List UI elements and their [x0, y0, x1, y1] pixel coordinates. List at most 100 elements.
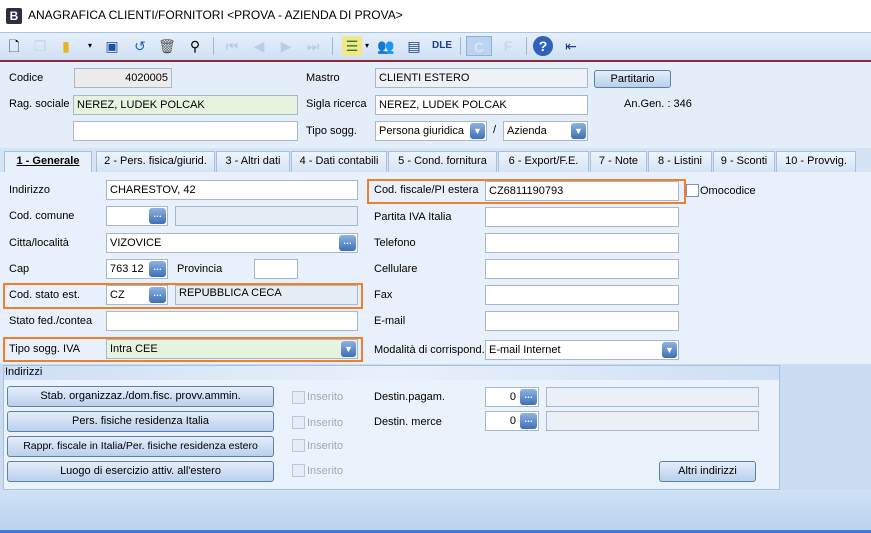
rag-sociale-label: Rag. sociale [9, 98, 70, 110]
lookup-icon[interactable]: … [520, 389, 537, 405]
altri-indirizzi-button[interactable]: Altri indirizzi [659, 461, 756, 482]
toolbar-separator [332, 37, 333, 55]
contact-card-icon[interactable]: ▤ [404, 36, 424, 56]
indirizzo-field[interactable]: CHARESTOV, 42 [106, 180, 358, 200]
tab-sconti[interactable]: 9 - Sconti [713, 151, 775, 172]
stab-organizzaz-button[interactable]: Stab. organizzaz./dom.fisc. provv.ammin. [7, 386, 274, 407]
list-dropdown-icon[interactable]: ▾ [362, 36, 372, 56]
delete-icon[interactable]: 🗑 [157, 36, 177, 56]
luogo-esercizio-button[interactable]: Luogo di esercizio attiv. all'estero [7, 461, 274, 482]
tab-dati-contabili[interactable]: 4 - Dati contabili [291, 151, 387, 172]
exit-icon[interactable]: ⇤ [561, 36, 581, 56]
lookup-icon[interactable]: … [149, 261, 166, 277]
copy-icon[interactable]: ❐ [30, 36, 50, 56]
cod-stato-value: CZ [110, 289, 125, 301]
inserito-label: Inserito [307, 440, 344, 452]
folder-icon[interactable]: ▮ [56, 36, 76, 56]
lookup-icon[interactable]: … [149, 287, 166, 303]
omocodice-checkbox[interactable] [686, 184, 699, 197]
pers-fisiche-italia-button[interactable]: Pers. fisiche residenza Italia [7, 411, 274, 432]
tab-listini[interactable]: 8 - Listini [648, 151, 712, 172]
bottom-area [0, 490, 871, 533]
cod-fiscale-label: Cod. fiscale/PI estera [374, 184, 479, 196]
tab-altri-dati[interactable]: 3 - Altri dati [216, 151, 290, 172]
lookup-icon[interactable]: … [339, 235, 356, 251]
tab-note[interactable]: 7 - Note [590, 151, 647, 172]
inserito-label: Inserito [307, 391, 344, 403]
inserito-checkbox[interactable] [292, 391, 305, 404]
rag-sociale-2-field[interactable] [73, 121, 298, 141]
tipo-iva-value: Intra CEE [110, 343, 158, 355]
inserito-label: Inserito [307, 417, 344, 429]
tab-provvig[interactable]: 10 - Provvig. [776, 151, 856, 172]
next-record-icon[interactable]: ▶ [276, 36, 296, 56]
tab-export[interactable]: 6 - Export/F.E. [498, 151, 589, 172]
toolbar-separator [213, 37, 214, 55]
first-record-icon[interactable]: ⏮ [222, 36, 242, 56]
list-icon[interactable]: ☰ [342, 36, 362, 56]
indirizzi-title: Indirizzi [5, 366, 43, 378]
tipo-sogg-select[interactable]: Persona giuridica ▼ [375, 121, 487, 141]
tab-pers-fisica[interactable]: 2 - Pers. fisica/giurid. [96, 151, 215, 172]
cod-fiscale-field[interactable]: CZ6811190793 [485, 181, 679, 201]
codice-field[interactable]: 4020005 [74, 68, 172, 88]
tipo-iva-select[interactable]: Intra CEE ▼ [106, 339, 358, 359]
last-record-icon[interactable]: ⏭ [303, 36, 323, 56]
dle-icon[interactable]: DLE [432, 36, 452, 56]
cod-stato-field[interactable]: CZ … [106, 285, 168, 305]
tab-generale[interactable]: 1 - Generale [4, 151, 92, 173]
users-icon[interactable]: 👥 [376, 36, 396, 56]
app-logo-icon: B [6, 8, 22, 24]
stato-desc-field: REPUBBLICA CECA [175, 285, 358, 305]
provincia-label: Provincia [177, 263, 223, 275]
tipo-sogg-2-select[interactable]: Azienda ▼ [503, 121, 588, 141]
inserito-checkbox[interactable] [292, 416, 305, 429]
cellulare-field[interactable] [485, 259, 679, 279]
mastro-field[interactable]: CLIENTI ESTERO [375, 68, 588, 88]
telefono-field[interactable] [485, 233, 679, 253]
destin-merce-label: Destin. merce [374, 416, 442, 428]
prev-record-icon[interactable]: ◀ [249, 36, 269, 56]
email-field[interactable] [485, 311, 679, 331]
new-icon[interactable]: 🗋 [4, 36, 24, 56]
stato-fed-field[interactable] [106, 311, 358, 331]
cellulare-label: Cellulare [374, 263, 418, 275]
cap-field[interactable]: 763 12 … [106, 259, 168, 279]
inserito-checkbox[interactable] [292, 439, 305, 452]
chevron-down-icon[interactable]: ▼ [470, 123, 485, 139]
inserito-checkbox[interactable] [292, 464, 305, 477]
destin-merce-field[interactable]: 0… [485, 411, 539, 431]
chevron-down-icon[interactable]: ▼ [571, 123, 586, 139]
search-binoculars-icon[interactable]: ⚲ [185, 36, 205, 56]
f-icon[interactable]: F [498, 36, 518, 56]
dropdown-arrow-icon[interactable]: ▾ [84, 36, 96, 56]
modalita-select[interactable]: E-mail Internet ▼ [485, 340, 679, 360]
sigla-ricerca-field[interactable]: NEREZ, LUDEK POLCAK [375, 95, 588, 115]
save-icon[interactable]: ▣ [102, 36, 122, 56]
stato-fed-label: Stato fed./contea [9, 315, 93, 327]
chevron-down-icon[interactable]: ▼ [662, 342, 677, 358]
sigla-ricerca-label: Sigla ricerca [306, 98, 367, 110]
cap-value: 763 12 [110, 263, 144, 275]
cap-label: Cap [9, 263, 30, 275]
rag-sociale-field[interactable]: NEREZ, LUDEK POLCAK [73, 95, 298, 115]
citta-field[interactable]: VIZOVICE… [106, 233, 358, 253]
provincia-field[interactable] [254, 259, 298, 279]
lookup-icon[interactable]: … [149, 208, 166, 224]
c-icon[interactable]: C [466, 36, 492, 56]
undo-icon[interactable]: ↺ [130, 36, 150, 56]
tab-cond-fornitura[interactable]: 5 - Cond. fornitura [388, 151, 497, 172]
destin-pagam-field[interactable]: 0… [485, 387, 539, 407]
destin-pagam-desc [546, 387, 759, 407]
rappr-fiscale-button[interactable]: Rappr. fiscale in Italia/Per. fisiche re… [7, 436, 274, 457]
partitario-button[interactable]: Partitario [594, 70, 671, 88]
fax-field[interactable] [485, 285, 679, 305]
chevron-down-icon[interactable]: ▼ [341, 341, 356, 357]
lookup-icon[interactable]: … [520, 413, 537, 429]
tipo-iva-label: Tipo sogg. IVA [9, 343, 80, 355]
cod-comune-field[interactable]: … [106, 206, 168, 226]
cod-comune-label: Cod. comune [9, 210, 75, 222]
destin-merce-desc [546, 411, 759, 431]
help-icon[interactable]: ? [533, 36, 553, 56]
partita-iva-field[interactable] [485, 207, 679, 227]
